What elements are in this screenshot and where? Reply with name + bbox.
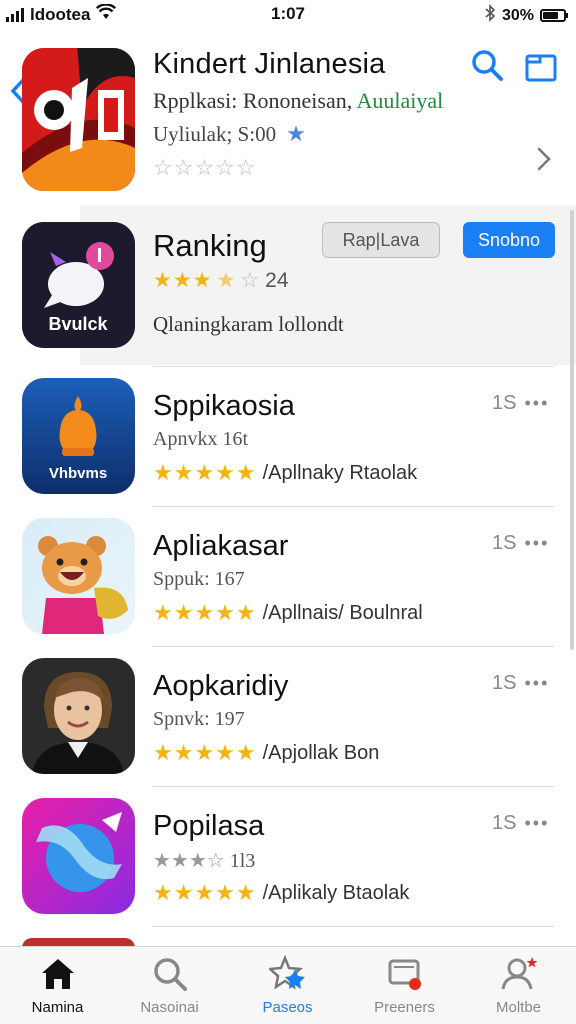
divider <box>153 506 554 507</box>
star-icon <box>268 955 305 990</box>
tab-updates[interactable]: Preeners <box>347 955 462 1023</box>
divider <box>153 926 554 927</box>
app-meta-text: Uyliulak; S:00 <box>153 121 277 146</box>
app-size: 1S ••• <box>492 672 549 695</box>
list-item[interactable]: Vhbvms Sppikaosia Apnvkx 16t ★★★★★ /Apll… <box>0 368 576 508</box>
tab-label: Nasoinai <box>140 999 199 1016</box>
rating-star-half: ★ <box>216 269 237 292</box>
app-title: Kindert Jinlanesia <box>153 48 386 80</box>
bluetooth-icon <box>484 4 496 27</box>
app-category-text: 1l3 <box>229 850 256 872</box>
battery-percent: 30% <box>501 6 534 24</box>
ranking-title: Ranking <box>153 228 267 263</box>
profile-icon <box>501 957 537 990</box>
app-category: Apnvkx 16t <box>153 428 248 450</box>
size-text: 1S <box>492 392 517 414</box>
more-dots-icon[interactable]: ••• <box>524 813 549 834</box>
divider <box>153 646 554 647</box>
app-icon-ranking[interactable]: Bvulck <box>22 222 135 348</box>
rating-text: /Aplikaly Btaolak <box>262 881 410 904</box>
search-icon <box>472 50 503 81</box>
rating-stars: ★★★★★ <box>153 460 257 485</box>
tab-bar: Namina Nasoinai Paseos Preeners Moltbe <box>0 946 576 1024</box>
app-rating: ★★★★★ /Apjollak Bon <box>153 740 379 766</box>
list-item[interactable]: Popilasa ★★★☆ 1l3 ★★★★★ /Aplikaly Btaola… <box>0 788 576 928</box>
rating-stars: ★★★★★ <box>153 740 257 765</box>
tab-profile[interactable]: Moltbe <box>461 955 576 1023</box>
list-item[interactable]: Apliakasar Sppuk: 167 ★★★★★ /Apllnais/ B… <box>0 508 576 648</box>
app-name: Apliakasar <box>153 530 289 562</box>
status-right: 30% <box>484 4 568 27</box>
more-dots-icon[interactable]: ••• <box>524 533 549 554</box>
app-name: Popilasa <box>153 810 265 842</box>
favorite-star-icon[interactable]: ★ <box>286 121 306 147</box>
home-icon <box>41 959 74 989</box>
tab-featured[interactable]: Paseos <box>230 955 345 1023</box>
size-text: 1S <box>492 672 517 694</box>
globe-icon <box>22 798 135 914</box>
updates-icon <box>388 959 421 990</box>
rating-text: /Apllnais/ Boulnral <box>262 601 423 624</box>
app-size: 1S ••• <box>492 392 549 415</box>
ranking-rating-count: 24 <box>265 268 289 292</box>
divider <box>153 786 554 787</box>
app-size: 1S ••• <box>492 812 549 835</box>
app-category: Sppuk: 167 <box>153 568 245 590</box>
size-text: 1S <box>492 812 517 834</box>
ranking-rating: ★★★ ★ ☆ 24 <box>153 268 289 293</box>
tab-label: Moltbe <box>495 999 542 1016</box>
app-size: 1S ••• <box>492 532 549 555</box>
app-icon-header[interactable] <box>22 48 135 191</box>
empty-rating-stars[interactable]: ☆☆☆☆☆ <box>153 155 257 181</box>
row-icon-label: Vhbvms <box>49 465 107 482</box>
divider <box>153 366 554 367</box>
profile-photo <box>22 658 135 774</box>
search-icon <box>153 958 187 991</box>
rating-text: /Apjollak Bon <box>262 741 380 764</box>
share-button[interactable] <box>524 50 558 84</box>
app-subtitle-main: Rpplkasi: Rononeisan, <box>153 88 353 113</box>
rating-star-empty: ☆ <box>240 269 260 292</box>
primary-button[interactable]: Snobno <box>463 222 555 258</box>
scrollbar[interactable] <box>570 210 574 650</box>
rating-stars: ★★★★★ <box>153 600 257 625</box>
list-item[interactable]: Aopkaridiy Spnvk: 197 ★★★★★ /Apjollak Bo… <box>0 648 576 788</box>
rating-stars: ★★★★★ <box>153 880 257 905</box>
app-subtitle-accent: Auulaiyal <box>356 88 444 113</box>
tab-search[interactable]: Nasoinai <box>112 955 227 1023</box>
more-dots-icon[interactable]: ••• <box>524 393 549 414</box>
ranking-description: Qlaningkaram lollondt <box>153 312 344 336</box>
app-meta: Uyliulak; S:00 ★ <box>153 121 306 147</box>
app-subtitle: Rpplkasi: Rononeisan, Auulaiyal <box>153 88 443 114</box>
chevron-right-icon[interactable] <box>536 146 552 179</box>
share-icon <box>525 54 557 82</box>
secondary-button[interactable]: Rap|Lava <box>322 222 440 258</box>
ranking-icon-label: Bvulck <box>48 314 108 334</box>
app-rating: ★★★★★ /Apllnais/ Boulnral <box>153 600 423 626</box>
tab-label: Preeners <box>374 999 435 1016</box>
rating-stars-small: ★★★☆ <box>153 850 225 872</box>
more-dots-icon[interactable]: ••• <box>524 673 549 694</box>
tab-home[interactable]: Namina <box>0 955 115 1023</box>
app-rating: ★★★★★ /Apllnaky Rtaolak <box>153 460 417 486</box>
app-category: Spnvk: 197 <box>153 708 245 730</box>
app-rating: ★★★★★ /Aplikaly Btaolak <box>153 880 409 906</box>
app-name: Aopkaridiy <box>153 670 289 702</box>
rating-stars-filled: ★★★ <box>153 269 213 292</box>
search-button[interactable] <box>470 48 504 82</box>
app-name: Sppikaosia <box>153 390 295 422</box>
rating-text: /Apllnaky Rtaolak <box>262 461 418 484</box>
size-text: 1S <box>492 532 517 554</box>
status-bar: ldootea 1:07 30% <box>0 0 576 30</box>
battery-icon <box>540 9 568 22</box>
tab-label: Paseos <box>262 999 313 1016</box>
bell-icon: Vhbvms <box>22 378 135 494</box>
bear-mascot-icon <box>22 518 135 634</box>
app-category: ★★★☆ 1l3 <box>153 848 255 873</box>
tab-label: Namina <box>31 999 84 1016</box>
